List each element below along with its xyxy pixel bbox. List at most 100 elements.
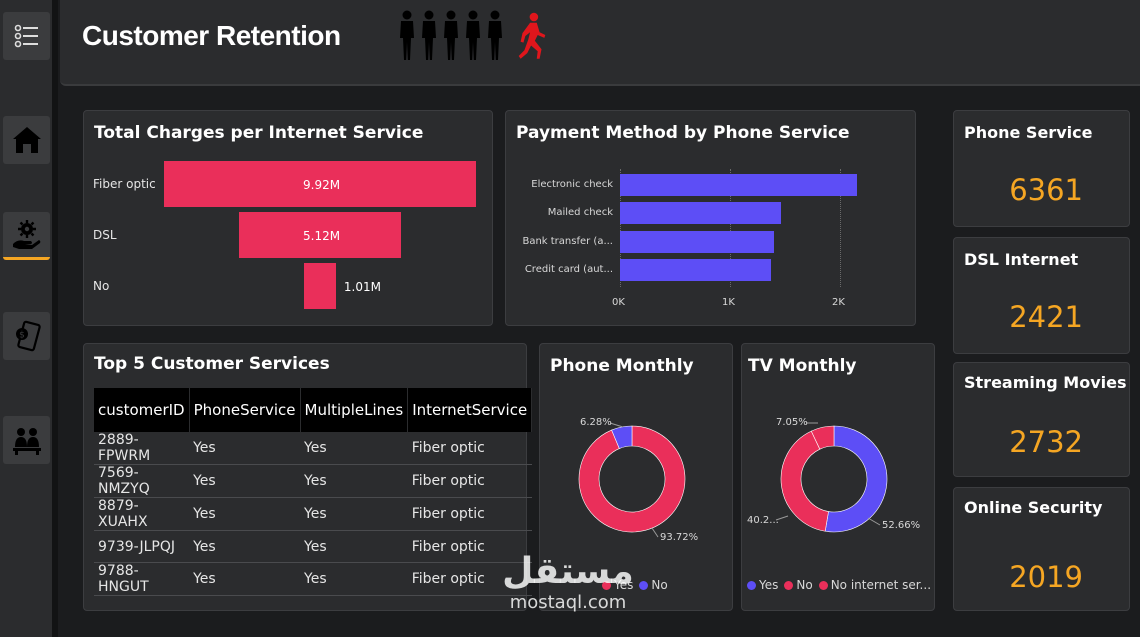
person-icon — [400, 10, 414, 60]
funnel-category-label: No — [93, 279, 110, 293]
hand-gear-icon — [12, 219, 40, 249]
header: Customer Retention — [60, 0, 1140, 86]
table-row[interactable]: 8879-XUAHX Yes Yes Fiber optic — [94, 497, 532, 531]
legend-dot — [639, 581, 649, 590]
watermark-logo: مستقل mostaql.com — [498, 552, 638, 624]
legend-item: Yes — [747, 578, 778, 592]
watermark-arabic: مستقل — [502, 551, 634, 592]
data-label: 7.05% — [776, 417, 808, 428]
data-label: 52.66% — [882, 520, 921, 531]
table-cell: Yes — [300, 432, 408, 465]
watermark-latin: mostaql.com — [509, 592, 627, 613]
table-cell: Yes — [189, 432, 301, 465]
menu-button[interactable] — [3, 12, 50, 60]
data-label: 6.28% — [580, 417, 612, 428]
y-category-label: Electronic check — [531, 179, 613, 190]
card-title: Payment Method by Phone Service — [516, 123, 850, 143]
kpi-card-phone-service: Phone Service 6361 — [953, 110, 1130, 227]
x-tick-label: 1K — [722, 297, 735, 308]
column-header[interactable]: customerID — [94, 388, 190, 432]
table-row[interactable]: 2889-FPWRM Yes Yes Fiber optic — [94, 432, 532, 465]
table-cell: 2889-FPWRM — [94, 432, 190, 465]
table-cell: Yes — [189, 464, 301, 498]
table-row[interactable]: 7569-NMZYQ Yes Yes Fiber optic — [94, 464, 532, 498]
total-charges-card: Total Charges per Internet Service Fiber… — [83, 110, 493, 326]
column-header[interactable]: InternetService — [407, 388, 533, 432]
column-header[interactable]: MultipleLines — [300, 388, 409, 432]
funnel-category-label: Fiber optic — [93, 177, 156, 191]
payment-method-card: Payment Method by Phone Service 0K 1K 2K El… — [505, 110, 916, 326]
kpi-value: 2732 — [1009, 425, 1083, 459]
page-title: Customer Retention — [82, 20, 341, 51]
phone-payment-icon: $ — [15, 320, 41, 352]
sidebar-item-payments[interactable]: $ — [3, 312, 50, 360]
bar — [620, 231, 774, 253]
bar — [620, 202, 781, 224]
kpi-card-online-security: Online Security 2019 — [953, 487, 1130, 611]
person-icon — [444, 10, 458, 60]
table-cell: Fiber optic — [407, 432, 532, 465]
y-category-label: Bank transfer (a... — [522, 236, 613, 247]
x-tick-label: 2K — [832, 297, 845, 308]
funnel-category-label: DSL — [93, 228, 117, 242]
table-cell: Yes — [300, 562, 408, 597]
sidebar-item-customers[interactable] — [3, 416, 50, 464]
table-cell: Yes — [189, 530, 301, 564]
x-tick-label: 0K — [612, 297, 625, 308]
kpi-value: 2019 — [1009, 560, 1083, 594]
data-label: 93.72% — [660, 532, 699, 543]
kpi-value: 2421 — [1009, 300, 1083, 334]
table-cell: 7569-NMZYQ — [94, 464, 190, 498]
bar — [620, 259, 771, 281]
person-icon — [422, 10, 436, 60]
table-cell: 9788-HNGUT — [94, 562, 190, 597]
sidebar: $ — [0, 0, 58, 637]
funnel-value-label: 9.92M — [303, 178, 341, 192]
table-cell: Yes — [300, 530, 408, 564]
sidebar-item-home[interactable] — [3, 116, 50, 164]
sidebar-item-services[interactable] — [3, 212, 50, 260]
table-header-row: customerID PhoneService MultipleLines In… — [94, 388, 533, 432]
person-icon — [488, 10, 502, 60]
legend-label: No internet ser... — [830, 578, 932, 592]
services-table: customerID PhoneService MultipleLines In… — [94, 388, 533, 597]
funnel-value-label: 5.12M — [303, 229, 341, 243]
table-row[interactable]: 9739-JLPQJ Yes Yes Fiber optic — [94, 530, 532, 564]
legend-dot — [784, 581, 794, 590]
kpi-title: Phone Service — [964, 123, 1093, 142]
y-category-label: Credit card (aut... — [524, 264, 613, 275]
group-users-icon — [12, 428, 41, 455]
label-leader-line — [867, 517, 881, 526]
data-label: 40.2... — [747, 515, 779, 526]
list-menu-icon — [14, 24, 38, 48]
funnel-bar — [304, 263, 336, 309]
donut-svg — [775, 422, 888, 533]
table-cell: Fiber optic — [407, 497, 532, 531]
kpi-card-dsl-internet: DSL Internet 2421 — [953, 237, 1130, 354]
legend-label: No — [796, 578, 813, 592]
label-leader-line — [609, 422, 624, 428]
kpi-title: Online Security — [964, 498, 1103, 517]
table-cell: Fiber optic — [407, 464, 532, 498]
legend-label: No — [651, 578, 668, 592]
home-icon — [12, 127, 41, 153]
table-row[interactable]: 9788-HNGUT Yes Yes Fiber optic — [94, 562, 532, 597]
kpi-title: Streaming Movies — [964, 373, 1127, 392]
label-leader-line — [651, 527, 659, 538]
kpi-value: 6361 — [1009, 173, 1083, 207]
svg-text:$: $ — [19, 331, 25, 341]
column-header[interactable]: PhoneService — [189, 388, 301, 432]
donut-slice — [824, 425, 888, 533]
legend-dot — [747, 581, 756, 590]
funnel-value-label: 1.01M — [343, 280, 381, 294]
card-title: Total Charges per Internet Service — [94, 123, 424, 143]
table-cell: Yes — [300, 497, 408, 531]
y-category-label: Mailed check — [547, 207, 613, 218]
table-cell: Yes — [189, 497, 301, 531]
retention-people-icon-group — [397, 10, 551, 62]
legend-dot — [818, 581, 828, 590]
person-icon — [466, 10, 480, 60]
legend-label: Yes — [759, 578, 779, 592]
table-cell: 9739-JLPQJ — [94, 530, 190, 564]
top-services-card: Top 5 Customer Services customerID Phone… — [83, 343, 533, 611]
